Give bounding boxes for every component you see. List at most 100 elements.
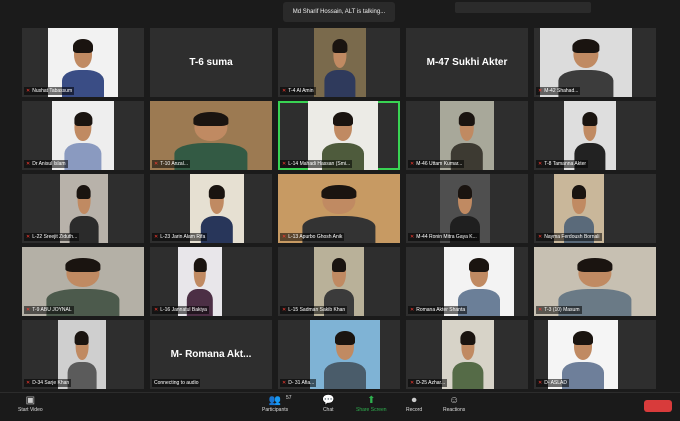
record-button[interactable]: ⏺ Record (406, 395, 422, 413)
participant-name-label: ✕ D- 31 Afia... (280, 379, 317, 387)
muted-mic-icon: ✕ (282, 88, 287, 94)
muted-mic-icon: ✕ (538, 307, 543, 313)
participant-tile[interactable]: ✕ T-10 Anzal... (150, 101, 272, 170)
participant-name: L-16 Jannatul Bakiya (160, 307, 207, 313)
participant-name: M-42 Shahad... (544, 88, 579, 94)
participant-name: T-3 (10) Masum (544, 307, 580, 313)
participant-name-label: ✕ Nayma Ferdoush Bornali (536, 233, 602, 241)
participant-tile[interactable]: ✕ L-15 Sadman Sakib Khan (278, 247, 400, 316)
record-icon: ⏺ (411, 395, 417, 406)
reactions-button[interactable]: ☺ Reactions (443, 395, 465, 413)
participants-button[interactable]: 👥 Participants (262, 395, 288, 413)
participant-name-label: ✕ T-3 (10) Masum (536, 306, 582, 314)
participant-name: M-44 Ronin Mitra Gaya K... (416, 234, 477, 240)
participant-name: Romana Akter Shanta (416, 307, 466, 313)
muted-mic-icon: ✕ (26, 88, 31, 94)
participant-name: T-8 Tamanna Akter (544, 161, 587, 167)
participant-tile[interactable]: ✕ L-22 Sreejit Ziduth... (22, 174, 144, 243)
muted-mic-icon: ✕ (154, 161, 159, 167)
participant-name-label: ✕ L-16 Jannatul Bakiya (152, 306, 209, 314)
chat-icon: 💬 (322, 395, 335, 406)
participant-tile[interactable]: ✕ L-23 Jarin Alam Rifa (150, 174, 272, 243)
participant-name: Connecting to audio (154, 380, 199, 386)
muted-mic-icon: ✕ (410, 161, 415, 167)
participant-name-label: ✕ L-13 Apurbo Ghosh Anik (280, 233, 345, 241)
participant-figure (64, 109, 102, 170)
participant-tile[interactable]: T-6 suma (150, 28, 272, 97)
participant-tile[interactable]: ✕ T-4 Al Amin (278, 28, 400, 97)
participant-name: L-14 Mahadi Hassan (Smi... (288, 161, 351, 167)
muted-mic-icon: ✕ (538, 88, 543, 94)
participant-tile[interactable]: M-47 Sukhi Akter (406, 28, 528, 97)
muted-mic-icon: ✕ (26, 161, 31, 167)
muted-mic-icon: ✕ (538, 380, 543, 386)
muted-mic-icon: ✕ (282, 234, 287, 240)
participant-name-label: ✕ Nushat Tabassum (24, 87, 75, 95)
participant-name: T-4 Al Amin (288, 88, 314, 94)
participant-name-label: ✕ L-23 Jarin Alam Rifa (152, 233, 208, 241)
participant-tile[interactable]: ✕ Nushat Tabassum (22, 28, 144, 97)
participant-tile[interactable]: ✕ T-9 ABU JOYNAL (22, 247, 144, 316)
participant-name-label: ✕ L-14 Mahadi Hassan (Smi... (280, 160, 353, 168)
participant-name: D-34 Sarje Khan (32, 380, 70, 386)
muted-mic-icon: ✕ (26, 234, 31, 240)
muted-mic-icon: ✕ (538, 234, 543, 240)
muted-mic-icon: ✕ (154, 234, 159, 240)
muted-mic-icon: ✕ (538, 161, 543, 167)
participant-name-label: ✕ D-34 Sarje Khan (24, 379, 72, 387)
participant-name-label: ✕ Romana Akter Shanta (408, 306, 468, 314)
participant-figure (324, 36, 356, 97)
participant-name-label: ✕ T-8 Tamanna Akter (536, 160, 589, 168)
participant-tile[interactable]: ✕ Dr Anisul Islam (22, 101, 144, 170)
participant-name-label: ✕ T-10 Anzal... (152, 160, 190, 168)
participant-tile[interactable]: ✕ M-44 Ronin Mitra Gaya K... (406, 174, 528, 243)
participant-figure (452, 328, 484, 389)
participant-name-label: ✕ M-46 Uttam Kumar... (408, 160, 465, 168)
participant-display-name: T-6 suma (189, 57, 233, 68)
participant-name-label: ✕ Dr Anisul Islam (24, 160, 68, 168)
muted-mic-icon: ✕ (282, 161, 287, 167)
chat-button[interactable]: 💬 Chat (322, 395, 334, 413)
participant-tile[interactable]: ✕ D-25 Azhar... (406, 320, 528, 389)
talking-indicator: Md Sharif Hossain, ALT is talking... (283, 2, 395, 22)
participant-tile[interactable]: ✕ T-3 (10) Masum (534, 247, 656, 316)
participant-tile[interactable]: ✕ Nayma Ferdoush Bornali (534, 174, 656, 243)
muted-mic-icon: ✕ (410, 307, 415, 313)
muted-mic-icon: ✕ (410, 380, 415, 386)
participant-video (310, 320, 380, 389)
participant-tile[interactable]: ✕ D- ASLAD (534, 320, 656, 389)
participant-tile[interactable]: ✕ L-16 Jannatul Bakiya (150, 247, 272, 316)
share-screen-icon: ⬆ (367, 395, 376, 406)
participant-name-label: ✕ D-25 Azhar... (408, 379, 448, 387)
participant-tile[interactable]: ✕ L-14 Mahadi Hassan (Smi... (278, 101, 400, 170)
participant-tile[interactable]: ✕ Romana Akter Shanta (406, 247, 528, 316)
participant-name: D-25 Azhar... (416, 380, 446, 386)
participant-tile[interactable]: ✕ T-8 Tamanna Akter (534, 101, 656, 170)
view-controls-bar[interactable] (455, 2, 591, 13)
participant-tile[interactable]: ✕ D-34 Sarje Khan (22, 320, 144, 389)
meeting-toolbar: ▣ Start Video 👥 Participants 57 💬 Chat ⬆… (0, 392, 680, 421)
participant-figure (324, 328, 366, 389)
participants-count: 57 (286, 395, 292, 401)
participant-video (442, 320, 494, 389)
participant-tile[interactable]: M- Romana Akt... Connecting to audio (150, 320, 272, 389)
participant-tile[interactable]: ✕ M-46 Uttam Kumar... (406, 101, 528, 170)
participant-name: L-15 Sadman Sakib Khan (288, 307, 346, 313)
video-icon: ▣ (25, 395, 36, 406)
end-meeting-button[interactable] (644, 400, 672, 412)
muted-mic-icon: ✕ (282, 307, 287, 313)
participant-tile[interactable]: ✕ M-42 Shahad... (534, 28, 656, 97)
participant-name: L-23 Jarin Alam Rifa (160, 234, 206, 240)
participant-name-label: Connecting to audio (152, 379, 201, 387)
participant-tile[interactable]: ✕ D- 31 Afia... (278, 320, 400, 389)
participant-figure (67, 328, 97, 389)
participant-tile[interactable]: ✕ L-13 Apurbo Ghosh Anik (278, 174, 400, 243)
share-screen-button[interactable]: ⬆ Share Screen (356, 395, 387, 413)
participant-video (314, 28, 366, 97)
participants-icon: 👥 (268, 395, 282, 406)
participant-name-label: ✕ T-4 Al Amin (280, 87, 316, 95)
participant-name: M-46 Uttam Kumar... (416, 161, 463, 167)
reactions-icon: ☺ (449, 395, 460, 406)
participant-name: Nayma Ferdoush Bornali (544, 234, 600, 240)
start-video-button[interactable]: ▣ Start Video (18, 395, 43, 413)
